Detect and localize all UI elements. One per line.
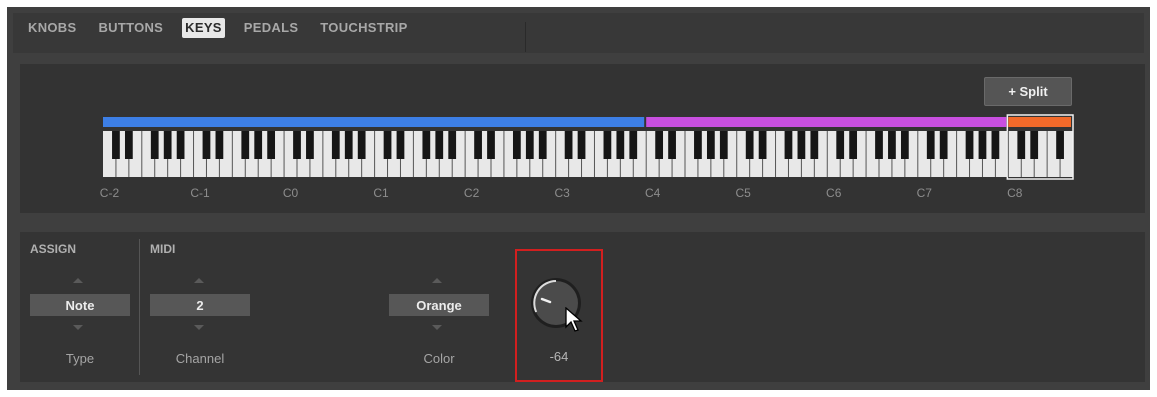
black-key — [396, 131, 405, 159]
black-key — [344, 131, 353, 159]
color-label: Color — [423, 351, 455, 366]
black-key — [978, 131, 987, 159]
black-key — [926, 131, 935, 159]
black-key — [215, 131, 224, 159]
black-key — [267, 131, 276, 159]
zone-bar-3 — [1008, 117, 1071, 127]
black-key — [836, 131, 845, 159]
octave-label: C0 — [282, 186, 299, 200]
black-key — [163, 131, 172, 159]
black-key — [241, 131, 250, 159]
type-decrement-arrow-icon[interactable] — [73, 325, 83, 330]
black-key — [422, 131, 431, 159]
zone-bar-2 — [646, 117, 1007, 127]
midi-section-title: MIDI — [150, 242, 176, 256]
section-divider — [139, 239, 140, 375]
black-key — [538, 131, 547, 159]
color-decrement-arrow-icon[interactable] — [432, 325, 442, 330]
black-key — [888, 131, 896, 159]
black-key — [603, 131, 612, 159]
black-key — [991, 131, 1000, 159]
channel-decrement-arrow-icon[interactable] — [194, 325, 204, 330]
black-key — [849, 131, 858, 159]
black-key — [293, 131, 301, 159]
black-key — [939, 131, 948, 159]
black-key — [668, 131, 676, 159]
black-key — [577, 131, 586, 159]
black-key — [112, 131, 120, 159]
black-key — [474, 131, 482, 159]
black-key — [797, 131, 806, 159]
black-key — [784, 131, 793, 159]
black-key — [306, 131, 314, 159]
black-key — [176, 131, 185, 159]
mouse-cursor-icon — [565, 307, 583, 332]
color-value-field[interactable]: Orange — [389, 294, 489, 316]
black-key — [202, 131, 211, 159]
black-key — [965, 131, 974, 159]
keyboard-display[interactable] — [0, 0, 1157, 200]
octave-label: C2 — [463, 186, 480, 200]
black-key — [383, 131, 392, 159]
black-key — [357, 131, 366, 159]
octave-label: C7 — [916, 186, 932, 200]
knob-value: -64 — [549, 349, 569, 364]
black-key — [331, 131, 340, 159]
black-key — [616, 131, 625, 159]
black-key — [487, 131, 495, 159]
black-key — [694, 131, 702, 159]
black-key — [706, 131, 715, 159]
octave-label: C4 — [644, 186, 661, 200]
black-key — [564, 131, 573, 159]
black-key — [525, 131, 534, 159]
octave-label: C5 — [735, 186, 751, 200]
black-key — [124, 131, 133, 159]
channel-value-field[interactable]: 2 — [150, 294, 250, 316]
black-key — [758, 131, 767, 159]
octave-label: C1 — [373, 186, 389, 200]
channel-increment-arrow-icon[interactable] — [194, 278, 204, 283]
black-key — [512, 131, 521, 159]
octave-label: C3 — [554, 186, 570, 200]
black-key — [435, 131, 444, 159]
octave-label: C6 — [826, 186, 842, 200]
black-key — [810, 131, 819, 159]
octave-label: C-1 — [190, 186, 210, 200]
black-key — [719, 131, 728, 159]
black-key — [448, 131, 457, 159]
black-key — [1030, 131, 1039, 159]
type-label: Type — [65, 351, 95, 366]
type-value-field[interactable]: Note — [30, 294, 130, 316]
black-key — [150, 131, 159, 159]
octave-label: C-2 — [99, 186, 120, 200]
color-increment-arrow-icon[interactable] — [432, 278, 442, 283]
black-key — [900, 131, 909, 159]
channel-label: Channel — [175, 351, 225, 366]
type-increment-arrow-icon[interactable] — [73, 278, 83, 283]
octave-label: C8 — [1007, 186, 1023, 200]
black-key — [1017, 131, 1026, 159]
assign-section-title: ASSIGN — [30, 242, 77, 256]
black-key — [254, 131, 263, 159]
black-key — [1056, 131, 1064, 159]
black-key — [745, 131, 754, 159]
zone-bar-1 — [103, 117, 645, 127]
black-key — [875, 131, 883, 159]
black-key — [655, 131, 664, 159]
black-key — [629, 131, 638, 159]
